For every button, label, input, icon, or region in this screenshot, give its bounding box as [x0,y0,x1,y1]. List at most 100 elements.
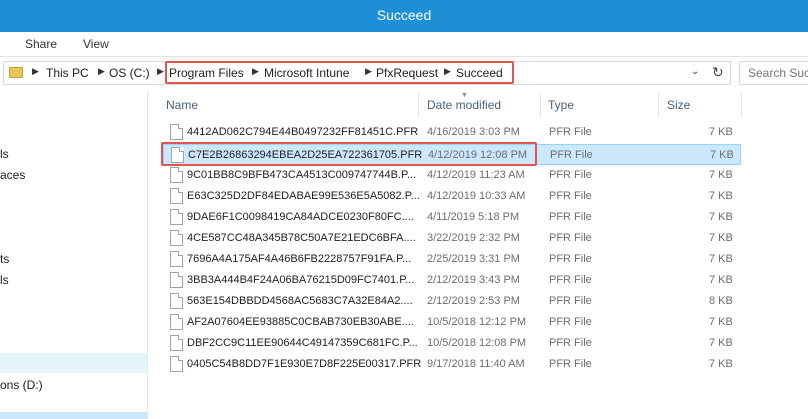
file-name: DBF2CC9C11EE90644C49147359C681FC.P... [187,337,418,349]
file-icon [170,167,183,183]
file-type: PFR File [549,274,592,286]
file-date: 10/5/2018 12:08 PM [427,337,527,349]
file-row[interactable]: 9DAE6F1C0098419CA84ADCE0230F80FC.... 4/1… [163,207,741,228]
file-size: 7 KB [709,274,733,286]
breadcrumb-os-c[interactable]: OS (C:) [109,66,150,80]
tab-view[interactable]: View [83,37,109,51]
file-name: 3BB3A444B4F24A06BA76215D09FC7401.P... [187,274,415,286]
file-size: 7 KB [709,232,733,244]
file-icon [170,272,183,288]
column-divider[interactable] [540,93,541,117]
file-size: 7 KB [709,169,733,181]
column-divider[interactable] [418,93,419,117]
column-header-date-modified[interactable]: Date modified [427,98,501,112]
file-date: 3/22/2019 2:32 PM [427,232,520,244]
file-icon [170,230,183,246]
file-row[interactable]: AF2A07604EE93885C0CBAB730EB30ABE.... 10/… [163,312,741,333]
file-name: 4CE587CC48A345B78C50A7E21EDC6BFA.... [187,232,416,244]
file-type: PFR File [549,126,592,138]
file-date: 10/5/2018 12:12 PM [427,316,527,328]
folder-icon [9,67,23,78]
file-row[interactable]: DBF2CC9C11EE90644C49147359C681FC.P... 10… [163,333,741,354]
search-box[interactable] [739,61,808,85]
file-name: 4412AD062C794E44B0497232FF81451C.PFR [187,126,419,138]
file-icon [170,188,183,204]
file-type: PFR File [549,169,592,181]
file-row[interactable]: 4CE587CC48A345B78C50A7E21EDC6BFA.... 3/2… [163,228,741,249]
window-title: Succeed [376,7,432,23]
chevron-right-icon[interactable]: ▶ [157,66,164,77]
nav-item-drive-d[interactable]: ons (D:) [0,378,43,392]
file-name: AF2A07604EE93885C0CBAB730EB30ABE.... [187,316,414,328]
file-type: PFR File [549,211,592,223]
file-icon [170,356,183,372]
file-size: 7 KB [710,149,734,161]
file-type: PFR File [550,149,593,161]
search-input[interactable] [748,66,808,80]
address-highlight-box [165,61,514,84]
file-icon [170,124,183,140]
nav-item[interactable]: aces [0,168,25,182]
file-row[interactable]: E63C325D2DF84EDABAE99E536E5A5082.P... 4/… [163,186,741,207]
file-date: 4/12/2019 10:33 AM [427,190,526,202]
nav-item[interactable]: ts [0,252,9,266]
file-type: PFR File [549,190,592,202]
file-row[interactable]: 563E154DBBDD4568AC5683C7A32E84A2.... 2/1… [163,291,741,312]
file-name: 0405C54B8DD7F1E930E7D8F225E00317.PFR [187,358,422,370]
file-name: 9DAE6F1C0098419CA84ADCE0230F80FC.... [187,211,414,223]
file-size: 8 KB [709,295,733,307]
navigation-pane: ls aces ts ls ons (D:) [0,91,148,419]
file-row[interactable]: 7696A4A175AF4A46B6FB2228757F91FA.P... 2/… [163,249,741,270]
file-type: PFR File [549,337,592,349]
file-row[interactable]: 9C01BB8C9BFB473CA4513C009747744B.P... 4/… [163,165,741,186]
file-icon [170,209,183,225]
file-icon [170,251,183,267]
breadcrumb-this-pc[interactable]: This PC [46,66,89,80]
file-date: 4/16/2019 3:03 PM [427,126,520,138]
nav-item[interactable]: ls [0,147,9,161]
column-header-row: Name Date modified Type Size [162,91,742,117]
file-icon [170,335,183,351]
column-divider[interactable] [741,93,742,117]
file-name: E63C325D2DF84EDABAE99E536E5A5082.P... [187,190,420,202]
refresh-icon[interactable]: ↻ [712,64,724,81]
chevron-right-icon[interactable]: ▶ [32,66,39,77]
file-date: 4/11/2019 5:18 PM [427,211,520,223]
chevron-right-icon[interactable]: ▶ [98,66,105,77]
file-type: PFR File [549,295,592,307]
file-size: 7 KB [709,253,733,265]
ribbon-tabs: Share View [0,32,808,57]
tab-share[interactable]: Share [25,37,57,51]
file-date: 2/25/2019 3:31 PM [427,253,520,265]
file-size: 7 KB [709,316,733,328]
file-icon [170,293,183,309]
column-header-type[interactable]: Type [548,98,574,112]
file-row[interactable]: 0405C54B8DD7F1E930E7D8F225E00317.PFR 9/1… [163,354,741,375]
file-type: PFR File [549,232,592,244]
column-header-name[interactable]: Name [166,98,198,112]
file-size: 7 KB [709,126,733,138]
file-size: 7 KB [709,358,733,370]
nav-scroll-highlight [0,412,147,419]
file-type: PFR File [549,253,592,265]
file-date: 9/17/2018 11:40 AM [427,358,525,370]
column-header-size[interactable]: Size [667,98,690,112]
file-date: 4/12/2019 11:23 AM [427,169,525,181]
file-type: PFR File [549,316,592,328]
row-highlight-box [161,142,537,166]
chevron-down-icon[interactable]: ⌄ [691,66,699,77]
file-name: 7696A4A175AF4A46B6FB2228757F91FA.P... [187,253,412,265]
file-row[interactable]: 3BB3A444B4F24A06BA76215D09FC7401.P... 2/… [163,270,741,291]
nav-selected-row[interactable] [0,353,147,373]
file-name: 9C01BB8C9BFB473CA4513C009747744B.P... [187,169,417,181]
file-date: 2/12/2019 3:43 PM [427,274,520,286]
nav-item[interactable]: ls [0,273,9,287]
file-date: 2/12/2019 2:53 PM [427,295,520,307]
file-type: PFR File [549,358,592,370]
column-divider[interactable] [658,93,659,117]
file-size: 7 KB [709,337,733,349]
file-row[interactable]: 4412AD062C794E44B0497232FF81451C.PFR 4/1… [163,122,741,143]
file-size: 7 KB [709,190,733,202]
title-bar: Succeed [0,0,808,32]
sort-descending-icon: ▼ [461,92,468,99]
